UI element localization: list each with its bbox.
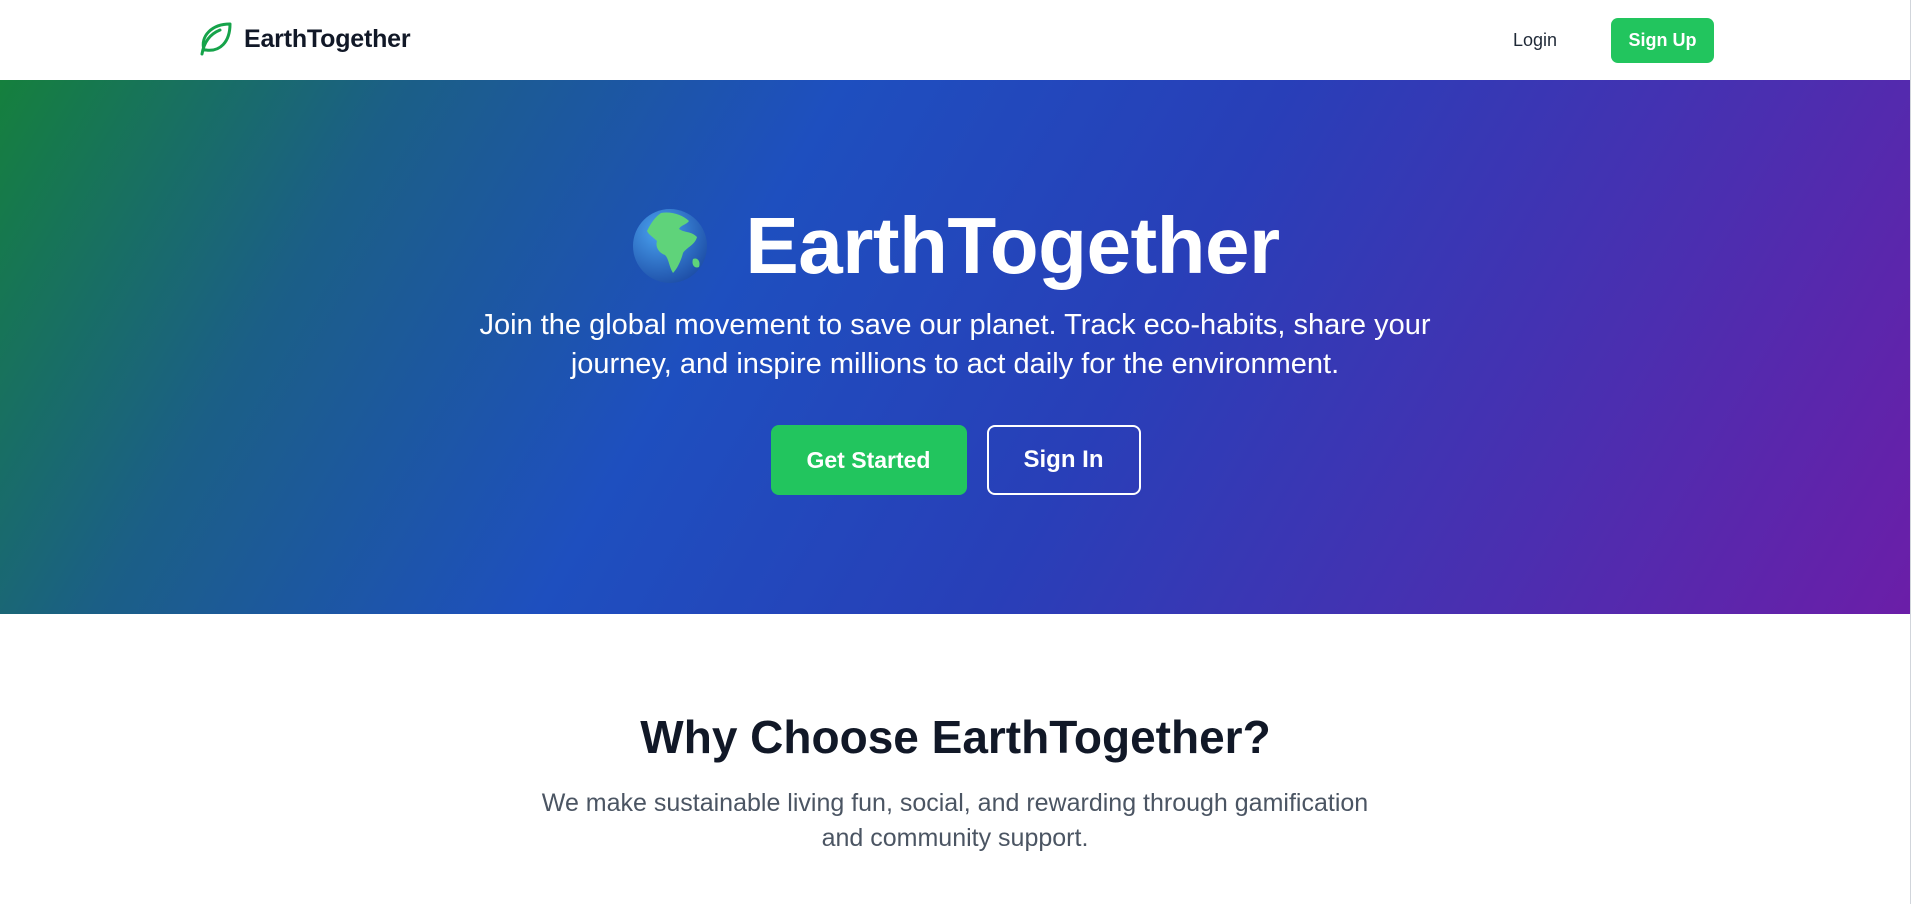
brand-name: EarthTogether bbox=[244, 24, 411, 53]
hero-subtitle: Join the global movement to save our pla… bbox=[479, 309, 1431, 380]
login-link[interactable]: Login bbox=[1513, 30, 1557, 51]
navbar: EarthTogether Login Sign Up bbox=[0, 0, 1911, 80]
hero-heading: EarthTogether bbox=[0, 200, 1911, 292]
sign-in-button[interactable]: Sign In bbox=[986, 425, 1141, 495]
hero-buttons: Get Started Sign In bbox=[0, 425, 1911, 495]
hero-section: EarthTogether Join the global movement t… bbox=[0, 80, 1911, 614]
hero-title: EarthTogether bbox=[745, 201, 1280, 290]
why-section-subtitle: We make sustainable living fun, social, … bbox=[541, 789, 1369, 852]
brand-logo[interactable]: EarthTogether bbox=[196, 20, 411, 58]
leaf-icon bbox=[196, 20, 234, 58]
nav-actions: Login Sign Up bbox=[1513, 18, 1714, 63]
signup-button[interactable]: Sign Up bbox=[1611, 18, 1714, 63]
why-section-title: Why Choose EarthTogether? bbox=[640, 711, 1271, 763]
get-started-button[interactable]: Get Started bbox=[770, 425, 967, 495]
globe-icon bbox=[631, 207, 709, 285]
